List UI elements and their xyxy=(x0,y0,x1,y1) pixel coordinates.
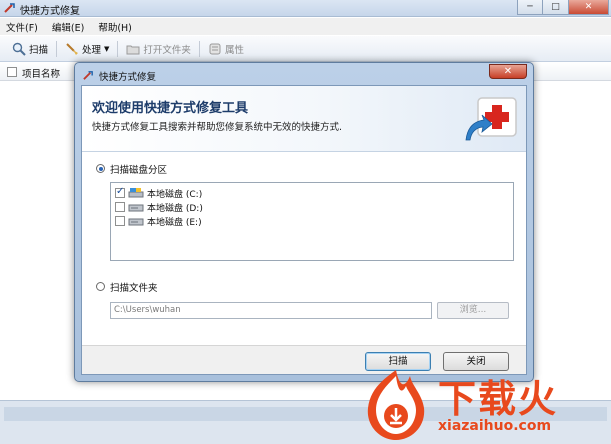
app-shortcut-icon xyxy=(83,71,93,80)
banner-subtitle: 快捷方式修复工具搜索并帮助您修复系统中无效的快捷方式. xyxy=(92,122,343,133)
banner-title: 欢迎使用快捷方式修复工具 xyxy=(92,101,249,116)
menu-bar: 文件(F) 编辑(E) 帮助(H) xyxy=(0,18,611,35)
drive-e-checkbox[interactable] xyxy=(115,216,125,226)
scan-folder-label: 扫描文件夹 xyxy=(110,283,158,294)
item-name-column[interactable]: 项目名称 xyxy=(22,66,60,80)
process-tool-label: 处理 xyxy=(82,44,102,56)
watermark: 下载火 xiazaihuo.com xyxy=(360,366,611,444)
toolbar-separator xyxy=(117,40,119,57)
dialog-close-button[interactable]: ✕ xyxy=(489,64,527,79)
hard-drive-icon xyxy=(128,204,144,212)
app-shortcut-icon xyxy=(4,3,15,13)
open-folder-tool-button[interactable]: 打开文件夹 xyxy=(120,38,197,60)
toolbar-separator xyxy=(198,40,200,57)
drive-list: 本地磁盘 (C:) 本地磁盘 (D:) 本地磁盘 (E:) xyxy=(110,182,514,261)
drive-d-checkbox[interactable] xyxy=(115,202,125,212)
window-caption-buttons: ─ □ ✕ xyxy=(517,0,609,16)
maximize-button[interactable]: □ xyxy=(543,0,569,15)
watermark-brand: 下载火 xyxy=(438,377,559,421)
flame-download-logo-icon xyxy=(367,370,425,440)
dialog-body: 欢迎使用快捷方式修复工具 快捷方式修复工具搜索并帮助您修复系统中无效的快捷方式.… xyxy=(81,85,527,375)
scan-folder-radio[interactable] xyxy=(96,282,105,291)
drive-d-label: 本地磁盘 (D:) xyxy=(147,203,203,214)
toolbar: 扫描 处理 ▼ 打开文件夹 属性 xyxy=(0,36,611,62)
scan-drive-label: 扫描磁盘分区 xyxy=(110,165,168,176)
minimize-button[interactable]: ─ xyxy=(517,0,543,15)
main-title-bar[interactable]: 快捷方式修复 ─ □ ✕ xyxy=(0,0,611,17)
repair-kit-icon xyxy=(465,97,517,141)
drive-e-label: 本地磁盘 (E:) xyxy=(147,217,202,228)
scan-drive-radio[interactable] xyxy=(96,164,105,173)
drive-item-d[interactable]: 本地磁盘 (D:) xyxy=(115,200,203,214)
folder-icon xyxy=(126,45,140,54)
main-window-title: 快捷方式修复 xyxy=(20,6,80,17)
drive-item-e[interactable]: 本地磁盘 (E:) xyxy=(115,214,202,228)
properties-tool-button[interactable]: 属性 xyxy=(202,38,250,60)
dialog-title: 快捷方式修复 xyxy=(99,72,157,83)
properties-tool-label: 属性 xyxy=(224,44,244,56)
broom-icon xyxy=(66,42,79,55)
close-window-button[interactable]: ✕ xyxy=(569,0,609,15)
magnifier-icon xyxy=(12,42,26,56)
watermark-url: xiazaihuo.com xyxy=(438,418,552,434)
system-drive-icon xyxy=(128,188,144,198)
menu-help[interactable]: 帮助(H) xyxy=(98,20,132,34)
properties-icon xyxy=(209,43,221,54)
process-tool-button[interactable]: 处理 ▼ xyxy=(59,38,115,60)
drive-item-c[interactable]: 本地磁盘 (C:) xyxy=(115,186,202,200)
welcome-banner: 欢迎使用快捷方式修复工具 快捷方式修复工具搜索并帮助您修复系统中无效的快捷方式. xyxy=(82,86,526,152)
hard-drive-icon xyxy=(128,218,144,226)
scan-tool-button[interactable]: 扫描 xyxy=(6,38,54,60)
menu-edit[interactable]: 编辑(E) xyxy=(52,20,84,34)
scan-tool-label: 扫描 xyxy=(29,44,49,56)
shortcut-repair-dialog: 快捷方式修复 ✕ 欢迎使用快捷方式修复工具 快捷方式修复工具搜索并帮助您修复系统… xyxy=(74,62,534,382)
select-all-checkbox[interactable] xyxy=(7,67,17,77)
browse-button[interactable]: 浏览... xyxy=(437,302,509,319)
drive-c-label: 本地磁盘 (C:) xyxy=(147,189,203,200)
folder-path-input[interactable]: C:\Users\wuhan xyxy=(110,302,432,319)
open-folder-tool-label: 打开文件夹 xyxy=(143,44,191,56)
menu-file[interactable]: 文件(F) xyxy=(6,20,38,34)
dropdown-arrow-icon: ▼ xyxy=(104,44,110,53)
drive-c-checkbox[interactable] xyxy=(115,186,125,198)
toolbar-separator xyxy=(56,40,58,57)
